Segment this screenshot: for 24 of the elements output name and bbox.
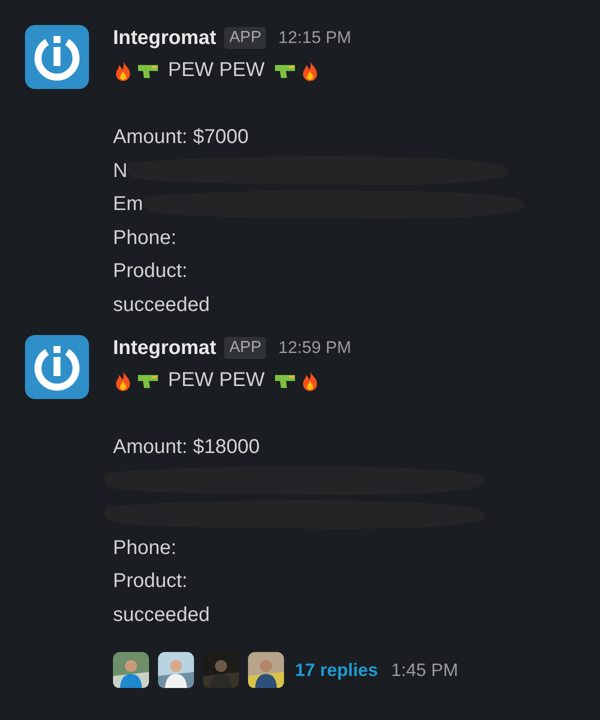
message-text: N xyxy=(113,160,128,183)
app-label: APP xyxy=(224,27,266,49)
fire-icon xyxy=(113,370,133,392)
timestamp: 1:45 PM xyxy=(391,660,458,680)
message-text: PEW PEW xyxy=(168,59,265,82)
sender-name[interactable]: Integromat xyxy=(113,336,216,360)
app-logo-icon xyxy=(25,335,89,399)
app-logo-icon xyxy=(25,25,89,89)
message-text: Product: xyxy=(113,260,188,284)
sender-name[interactable]: Integromat xyxy=(113,26,216,50)
message-text: Phone: xyxy=(113,226,176,250)
timestamp[interactable]: 12:59 PM xyxy=(278,338,352,358)
timestamp[interactable]: 12:15 PM xyxy=(278,28,352,48)
message-text: Phone: xyxy=(113,536,176,560)
message-text: Em xyxy=(113,193,143,216)
app-label: APP xyxy=(224,337,266,359)
message-text: Amount: $18000 xyxy=(113,436,260,460)
fire-icon xyxy=(113,60,133,82)
message-text: Amount: $7000 xyxy=(113,126,249,150)
message-text: Product: xyxy=(113,570,188,594)
message-text: succeeded xyxy=(113,604,210,627)
replies-link[interactable]: 17 replies xyxy=(295,660,378,680)
message-text: PEW PEW xyxy=(168,369,265,392)
message-text: succeeded xyxy=(113,294,210,317)
